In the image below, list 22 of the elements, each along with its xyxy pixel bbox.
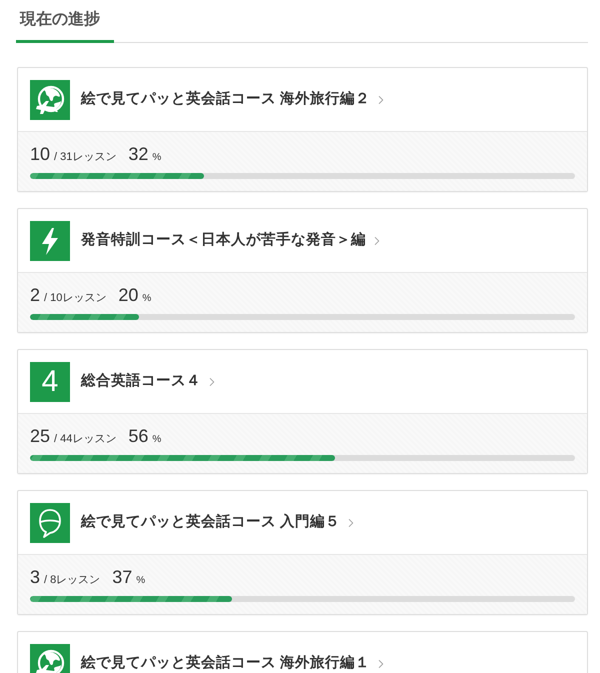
speech-bubble-icon [30, 502, 70, 542]
percent-text: 32 % [128, 143, 162, 166]
globe-plane-icon [30, 80, 70, 120]
lesson-total: / 8レッスン [44, 573, 100, 588]
section-tab[interactable]: 現在の進捗 [16, 8, 114, 43]
percent-text: 20 % [118, 284, 152, 307]
course-title-link[interactable]: 絵で見てパッと英会話コース 入門編５ [81, 512, 340, 534]
lightning-bolt-icon [30, 220, 70, 260]
course-title-link[interactable]: 総合英語コース４ [81, 370, 201, 392]
percent-text: 56 % [128, 425, 162, 448]
course-title-link[interactable]: 絵で見てパッと英会話コース 海外旅行編２ [81, 88, 370, 110]
completed-count: 10 [30, 143, 50, 165]
lesson-total: / 44レッスン [54, 432, 116, 447]
course-title-link[interactable]: 絵で見てパッと英会話コース 海外旅行編１ [81, 652, 370, 673]
course-number-badge: 4 [30, 362, 70, 402]
course-title-link[interactable]: 発音特訓コース＜日本人が苦手な発音＞編 [81, 230, 366, 252]
percent-text: 37 % [112, 566, 146, 589]
lesson-total: / 10レッスン [44, 291, 106, 306]
lesson-total: / 31レッスン [54, 150, 116, 165]
completed-count: 3 [30, 566, 40, 588]
completed-count: 25 [30, 425, 50, 447]
completed-count: 2 [30, 284, 40, 306]
